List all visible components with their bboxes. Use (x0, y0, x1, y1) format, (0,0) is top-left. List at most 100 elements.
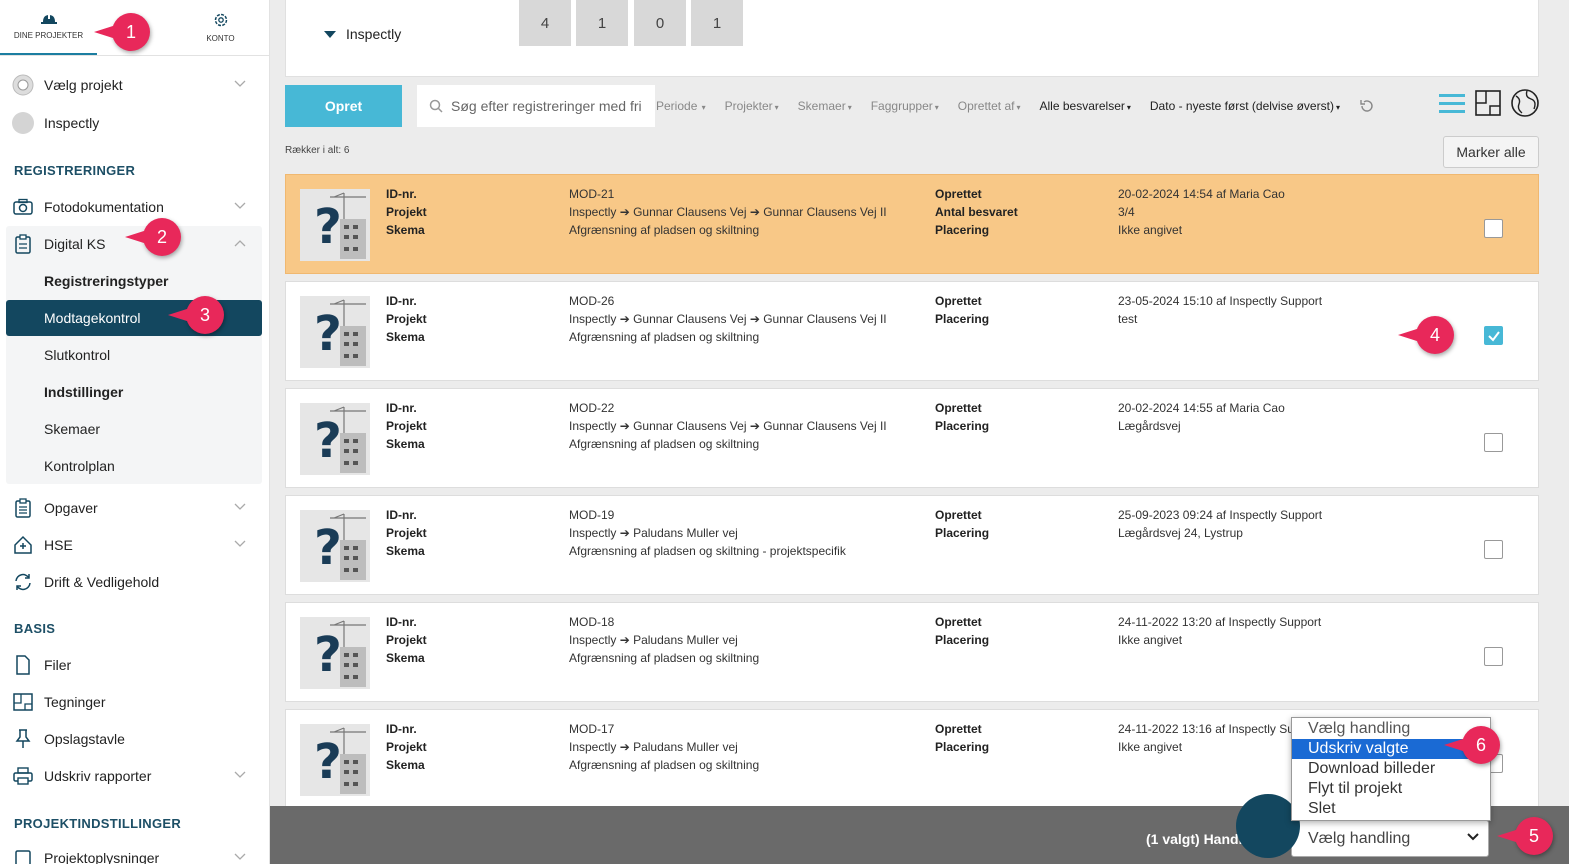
row-values: MOD-19 Inspectly ➔ Paludans Muller vej Afg… (569, 506, 846, 560)
chevron-down-icon (234, 771, 246, 778)
filter-label: Skemaer (797, 99, 846, 113)
sidebar-item-projektoplysninger[interactable]: Projektoplysninger (0, 841, 262, 864)
row-value: Ikke angivet (1118, 223, 1183, 237)
sidebar-item-tegninger[interactable]: Tegninger (0, 685, 262, 719)
tab-dine-projekter[interactable]: DINE PROJEKTER (0, 0, 97, 55)
blueprint-icon (12, 691, 34, 713)
row-value: Inspectly ➔ Paludans Muller vej (569, 526, 738, 540)
action-select-value: Vælg handling (1308, 829, 1411, 847)
row-labels: ID-nr. Projekt Skema (386, 292, 427, 346)
tab-konto[interactable]: KONTO (172, 0, 269, 55)
filter-besvarelser[interactable]: Alle besvarelser ▾ (1040, 99, 1131, 113)
search-input[interactable] (451, 98, 641, 114)
row-label: Skema (386, 330, 425, 344)
row-labels-2: Oprettet Placering (935, 720, 989, 756)
stat-box[interactable]: 0 (634, 0, 686, 46)
row-checkbox[interactable] (1484, 647, 1503, 666)
current-project[interactable]: Inspectly (0, 106, 262, 140)
row-checkbox[interactable] (1484, 540, 1503, 559)
map-view-icon[interactable] (1510, 88, 1540, 123)
callout-badge: 1 (94, 13, 150, 51)
row-value: Afgrænsning af pladsen og skiltning - pr… (569, 544, 846, 558)
svg-text:?: ? (314, 306, 342, 362)
row-label: Projekt (386, 205, 427, 219)
stat-box[interactable]: 1 (576, 0, 628, 46)
dropdown-option[interactable]: Slet (1292, 799, 1490, 819)
choose-project-dropdown[interactable]: Vælg projekt (0, 68, 262, 102)
row-thumbnail[interactable]: ? (300, 724, 370, 796)
callout-badge: 6 (1444, 726, 1500, 764)
row-checkbox[interactable] (1484, 219, 1503, 238)
row-thumbnail[interactable]: ? (300, 403, 370, 475)
create-button[interactable]: Opret (285, 85, 402, 127)
filter-faggrupper[interactable]: Faggrupper ▾ (871, 99, 939, 113)
table-row[interactable]: ? ID-nr. Projekt Skema MOD-19 Inspectly ➔ Pal… (285, 495, 1539, 595)
row-checkbox[interactable] (1484, 326, 1503, 345)
chevron-down-icon (1467, 833, 1479, 841)
filter-oprettet-af[interactable]: Oprettet af ▾ (958, 99, 1021, 113)
row-label: Skema (386, 437, 425, 451)
filter-periode[interactable]: Periode ▾ (656, 99, 706, 113)
table-row[interactable]: ? ID-nr. Projekt Skema MOD-26 Inspectly ➔ Gun… (285, 281, 1539, 381)
row-label: Projekt (386, 419, 427, 433)
callout-badge: 4 (1398, 316, 1454, 354)
row-count: Rækker i alt: 6 (285, 145, 350, 156)
table-row[interactable]: ? ID-nr. Projekt Skema MOD-21 Inspectly ➔ Gun… (285, 174, 1539, 274)
sidebar-item-opgaver[interactable]: Opgaver (0, 491, 262, 525)
sidebar-item-fotodokumentation[interactable]: Fotodokumentation (0, 190, 262, 224)
row-value: Inspectly ➔ Paludans Muller vej (569, 740, 738, 754)
filter-projekter[interactable]: Projekter ▾ (725, 99, 779, 113)
action-select[interactable]: Vælg handling (1291, 820, 1489, 857)
row-label: ID-nr. (386, 401, 417, 415)
caret-down-icon: ▾ (1016, 103, 1021, 112)
list-view-icon[interactable] (1438, 91, 1466, 120)
dropdown-option[interactable]: Vælg handling (1292, 719, 1490, 739)
row-labels-2: Oprettet Placering (935, 399, 989, 435)
search-box (417, 85, 655, 127)
row-thumbnail[interactable]: ? (300, 189, 370, 261)
row-label: Antal besvaret (935, 205, 1018, 219)
row-value: MOD-18 (569, 615, 615, 629)
sidebar-item-label: Projektoplysninger (44, 850, 160, 864)
row-label: Oprettet (935, 722, 982, 736)
sort-label: Dato - nyeste først (delvise øverst) (1149, 99, 1334, 113)
sidebar-item-label: Udskriv rapporter (44, 768, 152, 784)
sidebar-sub-indstillinger[interactable]: Indstillinger (44, 384, 123, 400)
row-value: 20-02-2024 14:55 af Maria Cao (1118, 401, 1285, 415)
sidebar-sub-slutkontrol[interactable]: Slutkontrol (44, 347, 110, 363)
choose-project-label: Vælg projekt (44, 77, 123, 93)
row-value: Afgrænsning af pladsen og skiltning (569, 651, 760, 665)
stat-box[interactable]: 4 (519, 0, 571, 46)
sidebar-sub-skemaer[interactable]: Skemaer (44, 421, 100, 437)
dropdown-option[interactable]: Flyt til projekt (1292, 779, 1490, 799)
stat-box[interactable]: 1 (691, 0, 743, 46)
row-thumbnail[interactable]: ? (300, 617, 370, 689)
row-label: Projekt (386, 740, 427, 754)
reset-icon[interactable] (1359, 98, 1375, 114)
sidebar-sub-kontrolplan[interactable]: Kontrolplan (44, 458, 115, 474)
row-thumbnail[interactable]: ? (300, 296, 370, 368)
sidebar-item-label: Opslagstavle (44, 731, 125, 747)
row-value: MOD-22 (569, 401, 615, 415)
tab-dine-projekter-label: DINE PROJEKTER (13, 31, 84, 40)
table-row[interactable]: ? ID-nr. Projekt Skema MOD-18 Inspectly ➔ Pal… (285, 602, 1539, 702)
filter-skemaer[interactable]: Skemaer ▾ (798, 99, 852, 113)
sidebar-item-udskriv-rapporter[interactable]: Udskriv rapporter (0, 759, 262, 793)
sidebar-sub-registreringstyper[interactable]: Registreringstyper (44, 273, 168, 289)
table-row[interactable]: ? ID-nr. Projekt Skema MOD-22 Inspectly ➔ Gun… (285, 388, 1539, 488)
row-thumbnail[interactable]: ? (300, 510, 370, 582)
row-value: MOD-21 (569, 187, 615, 201)
drawing-view-icon[interactable] (1474, 89, 1502, 122)
sidebar-item-filer[interactable]: Filer (0, 648, 262, 682)
row-value: 3/4 (1118, 205, 1135, 219)
sort-dropdown[interactable]: Dato - nyeste først (delvise øverst) ▾ (1150, 99, 1340, 113)
camera-icon (12, 196, 34, 218)
dropdown-option[interactable]: Download billeder (1292, 759, 1490, 779)
mark-all-button[interactable]: Marker alle (1443, 136, 1539, 168)
sidebar-item-opslagstavle[interactable]: Opslagstavle (0, 722, 262, 756)
project-toggle[interactable]: Inspectly (324, 26, 401, 42)
row-value: test (1118, 312, 1138, 326)
sidebar-item-hse[interactable]: HSE (0, 528, 262, 562)
sidebar-item-drift[interactable]: Drift & Vedligehold (0, 565, 262, 599)
row-checkbox[interactable] (1484, 433, 1503, 452)
